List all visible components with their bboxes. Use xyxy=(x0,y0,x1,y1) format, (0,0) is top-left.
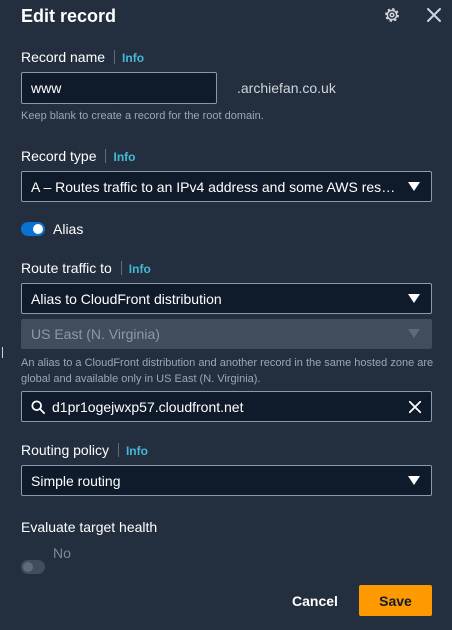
clear-icon[interactable] xyxy=(408,400,422,414)
endpoint-select[interactable]: Alias to CloudFront distribution xyxy=(21,283,432,314)
toggle-knob xyxy=(23,562,33,572)
caret-down-icon xyxy=(408,181,420,191)
endpoint-value: Alias to CloudFront distribution xyxy=(31,290,222,307)
record-type-value: A – Routes traffic to an IPv4 address an… xyxy=(31,178,401,195)
routing-policy-label-text: Routing policy xyxy=(21,442,109,458)
gear-icon[interactable] xyxy=(383,6,401,24)
panel-title: Edit record xyxy=(21,6,117,26)
target-search-input[interactable] xyxy=(52,395,392,418)
region-value: US East (N. Virginia) xyxy=(31,326,160,342)
evaluate-health-toggle-label: No xyxy=(53,545,71,561)
evaluate-health-toggle xyxy=(21,560,45,574)
routing-policy-value: Simple routing xyxy=(31,472,121,489)
edit-record-panel: Edit record Record name Info .archiefan.c… xyxy=(0,0,452,630)
record-type-label-text: Record type xyxy=(21,148,97,164)
caret-down-icon xyxy=(408,329,420,338)
caret-down-icon xyxy=(408,293,420,303)
cancel-button[interactable]: Cancel xyxy=(284,586,346,616)
toggle-knob xyxy=(33,224,43,234)
record-name-label-text: Record name xyxy=(21,49,106,65)
domain-suffix: .archiefan.co.uk xyxy=(237,80,336,96)
save-button[interactable]: Save xyxy=(359,585,432,616)
evaluate-health-label: Evaluate target health xyxy=(21,519,158,535)
route-traffic-hint: An alias to a CloudFront distribution an… xyxy=(21,357,434,385)
record-name-info-link[interactable]: Info xyxy=(122,51,144,65)
separator xyxy=(117,443,119,458)
separator xyxy=(105,149,107,164)
alias-toggle[interactable] xyxy=(21,222,45,236)
caret-down-icon xyxy=(408,475,420,485)
route-traffic-label-text: Route traffic to xyxy=(21,260,112,276)
target-search-field[interactable] xyxy=(21,391,432,422)
close-icon[interactable] xyxy=(426,7,442,23)
text-cursor xyxy=(2,347,3,358)
search-icon xyxy=(31,400,45,414)
routing-policy-select[interactable]: Simple routing xyxy=(21,465,432,496)
record-type-info-link[interactable]: Info xyxy=(113,150,135,164)
record-type-select[interactable]: A – Routes traffic to an IPv4 address an… xyxy=(21,171,432,202)
separator xyxy=(120,261,122,276)
record-name-hint: Keep blank to create a record for the ro… xyxy=(21,110,264,122)
region-select: US East (N. Virginia) xyxy=(21,319,432,349)
separator xyxy=(114,50,116,65)
routing-policy-label: Routing policy Info xyxy=(21,441,148,460)
record-type-label: Record type Info xyxy=(21,147,135,166)
routing-policy-info-link[interactable]: Info xyxy=(126,444,148,458)
record-name-label: Record name Info xyxy=(21,48,144,67)
route-traffic-info-link[interactable]: Info xyxy=(129,262,151,276)
record-name-input[interactable] xyxy=(21,72,217,104)
alias-label: Alias xyxy=(53,221,84,237)
route-traffic-label: Route traffic to Info xyxy=(21,259,151,278)
